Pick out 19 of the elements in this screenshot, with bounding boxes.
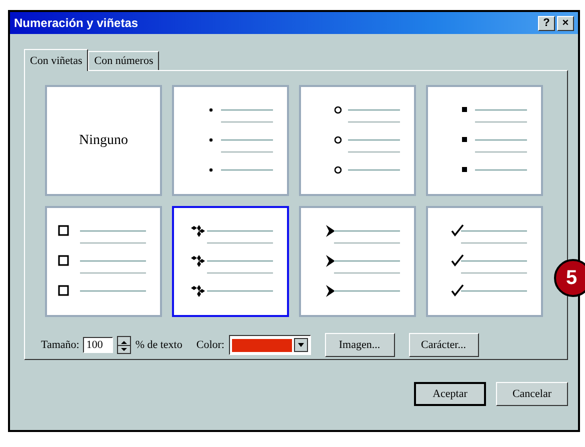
- bullet-style-option[interactable]: [172, 206, 289, 317]
- option-label: Ninguno: [79, 132, 128, 148]
- size-field[interactable]: 100: [83, 337, 114, 353]
- dialog-button[interactable]: Cancelar: [496, 382, 568, 406]
- tab[interactable]: Con números: [88, 51, 160, 70]
- tab[interactable]: Con viñetas: [24, 49, 88, 71]
- color-dropdown[interactable]: [228, 335, 310, 355]
- callout-badge: 5: [554, 259, 585, 297]
- close-button[interactable]: ×: [557, 16, 574, 30]
- dialog-button[interactable]: Carácter...: [408, 333, 478, 357]
- dialog-button[interactable]: Imagen...: [324, 333, 394, 357]
- bullet-style-option[interactable]: Ninguno: [45, 85, 162, 196]
- size-unit-label: % de texto: [135, 339, 182, 351]
- dialog-button[interactable]: Aceptar: [414, 382, 486, 406]
- color-label: Color:: [196, 339, 224, 351]
- size-label: Tamaño:: [41, 339, 80, 351]
- spin-buttons[interactable]: [117, 336, 132, 354]
- window-title: Numeración y viñetas: [14, 16, 138, 30]
- help-button[interactable]: ?: [538, 16, 555, 30]
